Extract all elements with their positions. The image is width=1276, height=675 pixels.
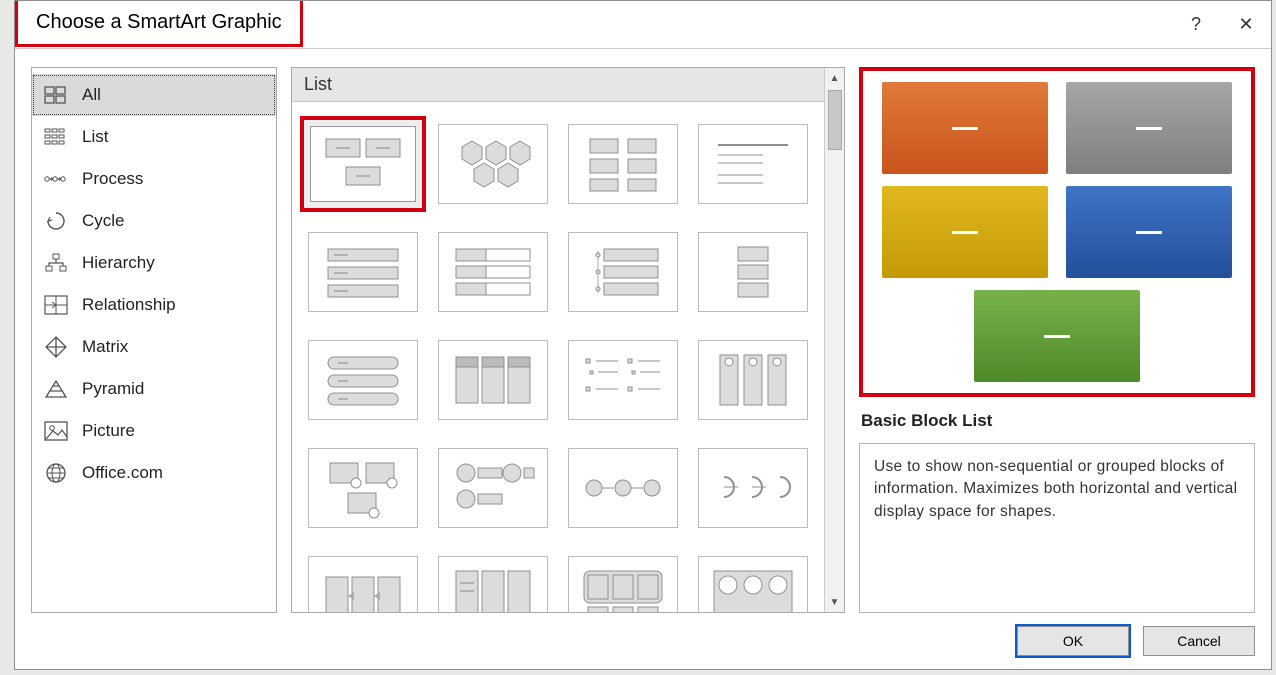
scroll-down-icon[interactable]: ▼	[825, 592, 844, 612]
sidebar-item-all[interactable]: All	[32, 74, 276, 116]
preview-block-5	[974, 290, 1140, 382]
thumb-lined-list[interactable]	[560, 114, 686, 214]
thumb-card-list[interactable]	[300, 330, 426, 430]
sidebar-item-relationship[interactable]: Relationship	[32, 284, 276, 326]
close-button[interactable]: ✕	[1221, 2, 1271, 48]
preview-block-4	[1066, 186, 1232, 278]
thumb-basic-block-list[interactable]	[300, 114, 426, 214]
thumb-column-list[interactable]	[430, 330, 556, 430]
category-sidebar: All List Process Cycle	[31, 67, 277, 613]
help-icon: ?	[1191, 14, 1201, 35]
hierarchy-icon	[44, 253, 68, 273]
dialog-body: All List Process Cycle	[15, 49, 1271, 613]
scroll-thumb[interactable]	[828, 90, 842, 150]
thumb-process-circles[interactable]	[690, 546, 816, 612]
sidebar-item-office[interactable]: Office.com	[32, 452, 276, 494]
sidebar-item-cycle[interactable]: Cycle	[32, 200, 276, 242]
sidebar-item-label: All	[82, 85, 101, 105]
dialog-title: Choose a SmartArt Graphic	[15, 1, 303, 47]
preview-description: Use to show non-sequential or grouped bl…	[859, 443, 1255, 613]
globe-icon	[44, 463, 68, 483]
thumb-stacked-bars[interactable]	[300, 222, 426, 322]
sidebar-item-label: Office.com	[82, 463, 163, 483]
sidebar-item-label: Relationship	[82, 295, 176, 315]
preview-block-2	[1066, 82, 1232, 174]
sidebar-item-label: Matrix	[82, 337, 128, 357]
titlebar: Choose a SmartArt Graphic ? ✕	[15, 1, 1271, 49]
preview-title: Basic Block List	[859, 407, 1255, 433]
thumb-vert-box[interactable]	[690, 222, 816, 322]
thumb-pic-list[interactable]	[300, 438, 426, 538]
preview-panel: Basic Block List Use to show non-sequent…	[859, 67, 1255, 613]
cycle-icon	[44, 211, 68, 231]
thumb-circle-arrow[interactable]	[560, 438, 686, 538]
thumb-bar-rows[interactable]	[430, 222, 556, 322]
thumb-bullets[interactable]	[560, 330, 686, 430]
sidebar-item-label: Picture	[82, 421, 135, 441]
all-icon	[44, 85, 68, 105]
thumb-vert-box2[interactable]	[300, 546, 426, 612]
sidebar-item-label: Cycle	[82, 211, 125, 231]
gallery-grid	[292, 102, 824, 612]
cancel-button[interactable]: Cancel	[1143, 626, 1255, 656]
thumb-tab-list[interactable]	[560, 222, 686, 322]
sidebar-item-label: Pyramid	[82, 379, 144, 399]
dialog-footer: OK Cancel	[15, 613, 1271, 669]
scroll-track[interactable]	[825, 152, 844, 592]
sidebar-item-hierarchy[interactable]: Hierarchy	[32, 242, 276, 284]
sidebar-item-label: Process	[82, 169, 143, 189]
picture-icon	[44, 421, 68, 441]
preview-block-1	[882, 82, 1048, 174]
sidebar-item-label: List	[82, 127, 108, 147]
preview-image	[859, 67, 1255, 397]
sidebar-item-list[interactable]: List	[32, 116, 276, 158]
list-icon	[44, 127, 68, 147]
thumb-semi-circles[interactable]	[690, 438, 816, 538]
pyramid-icon	[44, 379, 68, 399]
help-button[interactable]: ?	[1171, 2, 1221, 48]
matrix-icon	[44, 337, 68, 357]
sidebar-item-label: Hierarchy	[82, 253, 155, 273]
thumb-box-row[interactable]	[560, 546, 686, 612]
process-icon	[44, 169, 68, 189]
gallery-header: List	[292, 68, 824, 102]
preview-block-3	[882, 186, 1048, 278]
sidebar-item-picture[interactable]: Picture	[32, 410, 276, 452]
thumb-pillars[interactable]	[690, 330, 816, 430]
ok-button[interactable]: OK	[1017, 626, 1129, 656]
thumb-text-lines[interactable]	[690, 114, 816, 214]
relationship-icon	[44, 295, 68, 315]
gallery-scrollbar[interactable]: ▲ ▼	[824, 68, 844, 612]
layout-gallery: List	[291, 67, 845, 613]
sidebar-item-process[interactable]: Process	[32, 158, 276, 200]
thumb-column-list2[interactable]	[430, 546, 556, 612]
scroll-up-icon[interactable]: ▲	[825, 68, 844, 88]
sidebar-item-pyramid[interactable]: Pyramid	[32, 368, 276, 410]
thumb-hexagon[interactable]	[430, 114, 556, 214]
sidebar-item-matrix[interactable]: Matrix	[32, 326, 276, 368]
close-icon: ✕	[1238, 14, 1253, 35]
thumb-orb-list[interactable]	[430, 438, 556, 538]
smartart-dialog: Choose a SmartArt Graphic ? ✕ All List	[14, 0, 1272, 670]
